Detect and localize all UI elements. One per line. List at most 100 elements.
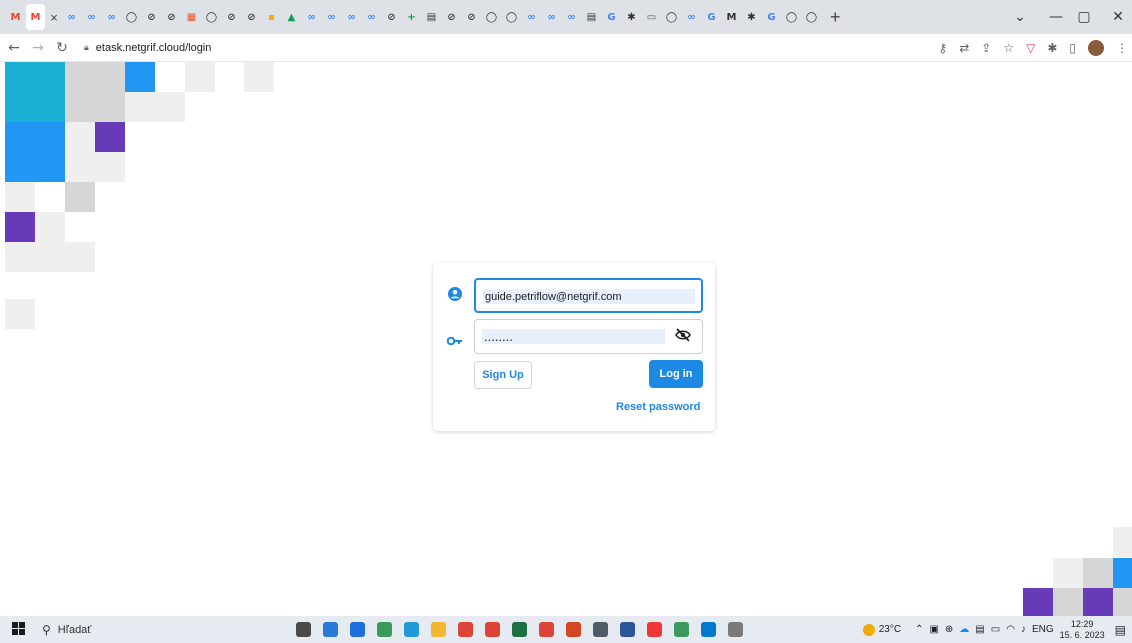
browser-tab[interactable]: ∞ bbox=[342, 4, 361, 30]
email-field[interactable] bbox=[474, 278, 703, 313]
tray-icon[interactable]: ▤ bbox=[975, 624, 984, 635]
paint-icon[interactable] bbox=[722, 616, 749, 643]
reload-icon[interactable]: ↻ bbox=[52, 40, 72, 56]
word-icon[interactable] bbox=[614, 616, 641, 643]
browser-tab[interactable]: ∞ bbox=[682, 4, 701, 30]
excel-icon[interactable] bbox=[506, 616, 533, 643]
wifi-icon[interactable]: ◠ bbox=[1006, 624, 1015, 635]
calculator-icon[interactable] bbox=[587, 616, 614, 643]
browser-tab[interactable]: ✱ bbox=[742, 4, 761, 30]
browser-tab[interactable]: ∞ bbox=[102, 4, 121, 30]
close-window-button[interactable]: ✕ bbox=[1100, 0, 1132, 34]
word-icon-glyph bbox=[620, 622, 635, 637]
browser-tab[interactable]: M bbox=[722, 4, 741, 30]
tab-search-icon[interactable]: ⌄ bbox=[1002, 0, 1038, 34]
browser-tab[interactable]: ∞ bbox=[322, 4, 341, 30]
browser-tab[interactable]: ▦ bbox=[182, 4, 201, 30]
translate-icon[interactable]: ⇄ bbox=[959, 41, 969, 55]
tray-icon[interactable]: ⊕ bbox=[945, 624, 953, 635]
browser-tab[interactable]: ⊘ bbox=[382, 4, 401, 30]
browser-tab[interactable]: ✱ bbox=[622, 4, 641, 30]
address-bar[interactable]: 🔒︎ etask.netgrif.cloud/login bbox=[84, 37, 964, 59]
weather-text[interactable]: 23°C bbox=[879, 624, 901, 635]
browser-tab[interactable]: ▤ bbox=[582, 4, 601, 30]
share-icon[interactable]: ⇪ bbox=[981, 41, 991, 55]
tray-chevron-icon[interactable]: ⌃ bbox=[915, 624, 923, 635]
browser-tab[interactable]: ⊘ bbox=[162, 4, 181, 30]
restore-button[interactable]: ▢ bbox=[1066, 0, 1102, 34]
login-button[interactable]: Log in bbox=[649, 360, 703, 388]
netgrif-icon: ∞ bbox=[87, 11, 96, 23]
browser-tab[interactable]: ◯ bbox=[802, 4, 821, 30]
browser-tab[interactable]: ◯ bbox=[782, 4, 801, 30]
notifications-icon[interactable]: ▤ bbox=[1115, 623, 1126, 637]
taskbar-search[interactable]: ⚲ Hľadať bbox=[36, 616, 246, 643]
sidepanel-icon[interactable]: ▯ bbox=[1069, 41, 1076, 55]
store-icon[interactable] bbox=[317, 616, 344, 643]
browser-tab[interactable]: G bbox=[602, 4, 621, 30]
notepad-icon[interactable] bbox=[668, 616, 695, 643]
browser-tab[interactable]: G bbox=[702, 4, 721, 30]
browser-tab[interactable]: ⊘ bbox=[462, 4, 481, 30]
browser-tab[interactable]: ∞ bbox=[62, 4, 81, 30]
back-icon[interactable]: ← bbox=[4, 40, 24, 56]
chrome-icon[interactable] bbox=[533, 616, 560, 643]
key-icon[interactable]: ⚷ bbox=[938, 41, 947, 55]
browser-tab[interactable]: M bbox=[6, 4, 25, 30]
mail-icon[interactable] bbox=[344, 616, 371, 643]
onedrive-icon[interactable]: ☁ bbox=[959, 624, 969, 635]
password-field[interactable] bbox=[474, 319, 703, 354]
browser-tab[interactable]: ▤ bbox=[422, 4, 441, 30]
chrome-icon[interactable] bbox=[479, 616, 506, 643]
browser-tab[interactable]: ∞ bbox=[362, 4, 381, 30]
edge-icon[interactable] bbox=[398, 616, 425, 643]
browser-tab[interactable]: ◯ bbox=[122, 4, 141, 30]
browser-tab[interactable]: + bbox=[402, 4, 421, 30]
tray-icon[interactable]: ▣ bbox=[929, 624, 938, 635]
browser-tab[interactable]: ∞ bbox=[302, 4, 321, 30]
password-input[interactable] bbox=[482, 329, 665, 344]
vivaldi-icon[interactable] bbox=[641, 616, 668, 643]
browser-tab[interactable]: ⊘ bbox=[142, 4, 161, 30]
browser-tab[interactable]: ∞ bbox=[542, 4, 561, 30]
forward-icon[interactable]: → bbox=[28, 40, 48, 56]
close-tab-icon[interactable]: × bbox=[46, 10, 62, 25]
bookmark-star-icon[interactable]: ☆ bbox=[1003, 41, 1014, 55]
browser-tab[interactable]: ◯ bbox=[662, 4, 681, 30]
visibility-off-icon[interactable] bbox=[675, 328, 691, 345]
avatar[interactable] bbox=[1088, 40, 1104, 56]
browser-tab[interactable]: M bbox=[26, 4, 45, 30]
browser-tab[interactable]: ⊘ bbox=[242, 4, 261, 30]
powerpoint-icon[interactable] bbox=[560, 616, 587, 643]
extensions-icon[interactable]: ✱ bbox=[1047, 41, 1057, 55]
browser-tab[interactable]: ▲ bbox=[282, 4, 301, 30]
task-view-icon[interactable] bbox=[290, 616, 317, 643]
browser-tab[interactable]: ∞ bbox=[562, 4, 581, 30]
signup-button[interactable]: Sign Up bbox=[474, 361, 532, 389]
menu-icon[interactable]: ⋮ bbox=[1116, 41, 1128, 55]
vscode-icon[interactable] bbox=[695, 616, 722, 643]
browser-tab[interactable]: ▭ bbox=[642, 4, 661, 30]
browser-tab[interactable]: ◯ bbox=[502, 4, 521, 30]
browser-tab[interactable]: ⊘ bbox=[222, 4, 241, 30]
chrome-icon[interactable] bbox=[452, 616, 479, 643]
browser-tab[interactable]: ∞ bbox=[82, 4, 101, 30]
email-input[interactable] bbox=[483, 289, 695, 304]
weather-icon[interactable] bbox=[862, 623, 875, 636]
language-indicator[interactable]: ENG bbox=[1032, 624, 1054, 635]
browser-tab[interactable]: ◯ bbox=[202, 4, 221, 30]
reset-password-link[interactable]: Reset password bbox=[616, 401, 700, 413]
battery-icon[interactable]: ▭ bbox=[991, 624, 1000, 635]
windows-start-icon[interactable] bbox=[0, 621, 36, 638]
pocket-icon[interactable]: ▽ bbox=[1026, 41, 1035, 55]
volume-icon[interactable]: ♪ bbox=[1021, 624, 1026, 635]
browser-tab[interactable]: G bbox=[762, 4, 781, 30]
browser-tab[interactable]: ◯ bbox=[482, 4, 501, 30]
new-tab-button[interactable]: + bbox=[830, 7, 841, 28]
browser-tab[interactable]: ⊘ bbox=[442, 4, 461, 30]
chrome-badge-icon[interactable] bbox=[371, 616, 398, 643]
browser-tab[interactable]: ∞ bbox=[522, 4, 541, 30]
browser-tab[interactable]: ▪ bbox=[262, 4, 281, 30]
clock[interactable]: 12:29 15. 6. 2023 bbox=[1060, 619, 1105, 641]
file-explorer-icon[interactable] bbox=[425, 616, 452, 643]
